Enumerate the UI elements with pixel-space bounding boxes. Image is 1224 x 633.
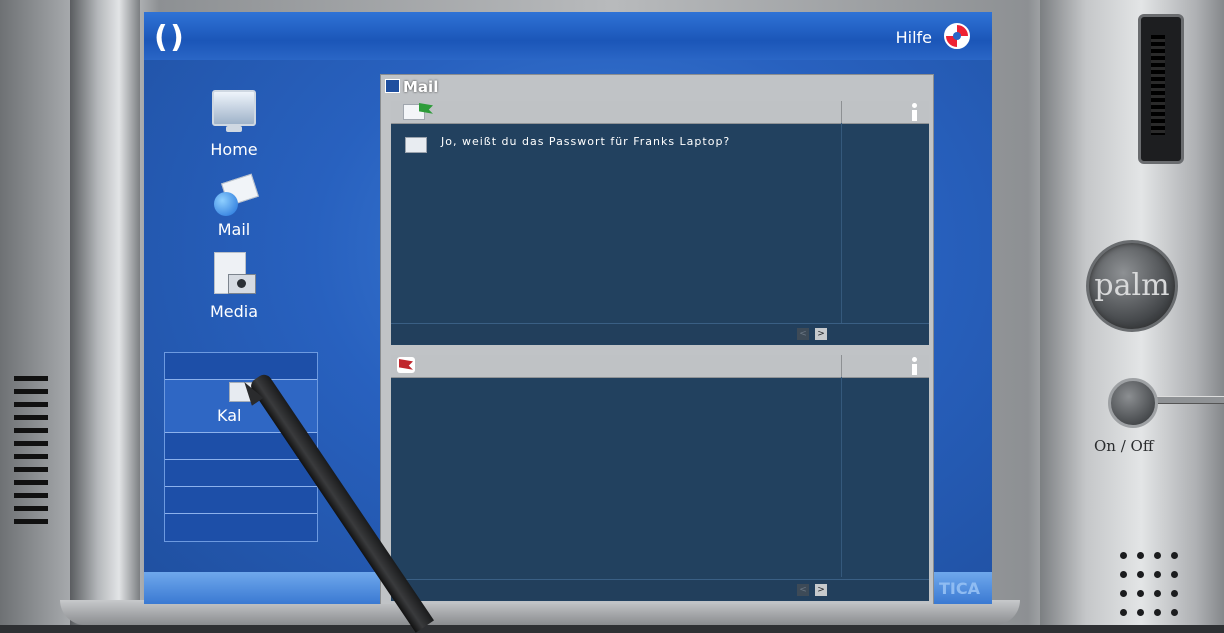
media-camera-icon	[214, 252, 256, 296]
brand-fragment: TICA	[939, 579, 980, 598]
next-page-button[interactable]: >	[815, 584, 827, 596]
power-button-rail	[1150, 396, 1224, 404]
palm-logo: palm	[1086, 240, 1178, 332]
inbox-pager: < >	[391, 323, 929, 344]
lifebuoy-icon[interactable]	[944, 23, 970, 49]
sidebar-item-home[interactable]: Home	[174, 90, 294, 159]
submenu-item-label: Kal	[217, 406, 242, 425]
sidebar-item-label: Mail	[217, 220, 251, 239]
prev-page-button[interactable]: <	[797, 328, 809, 340]
speaker-grille	[1120, 552, 1180, 622]
outbox-pane: < >	[391, 355, 929, 601]
submenu-row[interactable]	[165, 487, 317, 514]
red-flag-icon	[397, 357, 415, 373]
bezel-left-edge	[70, 0, 140, 625]
mail-globe-icon	[214, 173, 259, 216]
power-button[interactable]	[1108, 378, 1158, 428]
info-icon[interactable]	[911, 357, 917, 375]
inbox-pane: Jo, weißt du das Passwort für Franks Lap…	[391, 101, 929, 345]
sidebar-item-media[interactable]: Media	[174, 252, 294, 321]
submenu-row[interactable]	[165, 353, 317, 380]
mail-window: Mail Jo, weißt du das Passwort für Frank…	[380, 74, 934, 604]
inbox-header	[391, 101, 929, 124]
monitor-icon	[212, 90, 256, 132]
device-screen: ( ) Hilfe Home Mail Media Kal TICA Mail	[144, 12, 992, 604]
cycle-logo-icon[interactable]: ( )	[154, 20, 184, 55]
mail-window-icon	[385, 79, 400, 93]
message-icon	[405, 137, 427, 153]
outbox-header	[391, 355, 929, 378]
help-label[interactable]: Hilfe	[896, 28, 932, 47]
mail-window-title: Mail	[385, 78, 438, 96]
prev-page-button[interactable]: <	[797, 584, 809, 596]
message-subject: Jo, weißt du das Passwort für Franks Lap…	[441, 135, 731, 148]
outbox-pager: < >	[391, 579, 929, 600]
left-speaker-grille	[14, 376, 48, 536]
next-page-button[interactable]: >	[815, 328, 827, 340]
sidebar-item-label: Media	[209, 302, 259, 321]
info-icon[interactable]	[911, 103, 917, 121]
card-slot	[1138, 14, 1184, 164]
top-bar: ( ) Hilfe	[144, 12, 992, 60]
submenu-row[interactable]	[165, 460, 317, 487]
sidebar-item-mail[interactable]: Mail	[174, 173, 294, 239]
mail-window-title-text: Mail	[403, 78, 439, 96]
sidebar-item-label: Home	[210, 140, 258, 159]
power-label: On / Off	[1094, 437, 1154, 455]
